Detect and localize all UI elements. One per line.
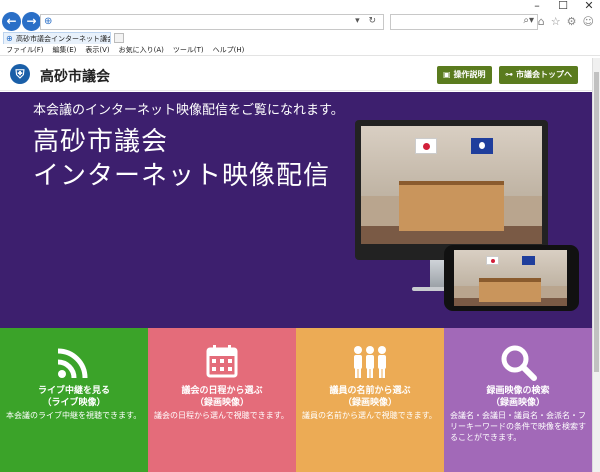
- back-arrow-icon[interactable]: ←: [2, 12, 21, 31]
- sitemap-icon: ⊶: [505, 70, 513, 79]
- browser-tab[interactable]: ⊕ 高砂市議会インターネット議会... ✕: [3, 32, 111, 44]
- tile-search-desc: 会議名・会議日・議員名・会派名・フリーキーワードの条件で映像を検索することができ…: [450, 411, 586, 442]
- browser-menubar: ファイル(F) 編集(E) 表示(V) お気に入り(A) ツール(T) ヘルプ(…: [0, 44, 600, 56]
- maximize-button[interactable]: ☐: [556, 0, 570, 12]
- wifi-signal-icon: [0, 342, 148, 382]
- hero-title: 高砂市議会 インターネット映像配信: [33, 125, 330, 193]
- scrollbar-thumb[interactable]: [594, 72, 599, 372]
- podium-desk: [399, 181, 504, 231]
- tile-members[interactable]: 議員の名前から選ぶ （録画映像） 議員の名前から選んで視聴できます。: [296, 328, 444, 472]
- people-icon: [296, 342, 444, 382]
- feedback-smiley-icon[interactable]: ☺: [583, 15, 594, 28]
- help-button-label: 操作説明: [453, 70, 486, 79]
- browser-search-box[interactable]: ⌕▾: [390, 14, 538, 30]
- magnifier-icon: [444, 342, 592, 382]
- browser-toolbar-icons: ⌂ ☆ ⚙ ☺: [538, 15, 594, 28]
- council-top-label: 市議会トップへ: [516, 70, 572, 79]
- tile-members-desc: 議員の名前から選んで視聴できます。: [302, 411, 437, 420]
- tile-live-title: ライブ中継を見る （ライブ映像）: [37, 386, 110, 408]
- help-button[interactable]: ▣ 操作説明: [437, 66, 492, 84]
- city-emblem-icon[interactable]: ⛨: [10, 64, 30, 84]
- favorites-star-icon[interactable]: ☆: [551, 15, 561, 28]
- hero-title-line1: 高砂市議会: [33, 127, 169, 157]
- tile-search[interactable]: 録画映像の検索 （録画映像） 会議名・会議日・議員名・会派名・フリーキーワードの…: [444, 328, 592, 472]
- menu-help[interactable]: ヘルプ(H): [213, 44, 245, 55]
- site-globe-icon: ⊕: [44, 16, 53, 27]
- site-header: ⛨ 高砂市議会 ▣ 操作説明 ⊶ 市議会トップへ: [0, 58, 592, 91]
- monitor-image: [355, 120, 548, 260]
- hero-subtitle: 本会議のインターネット映像配信をご覧になれます。: [33, 103, 344, 118]
- tile-schedule-title: 議会の日程から選ぶ （録画映像）: [181, 386, 263, 408]
- tab-close-icon[interactable]: ✕: [102, 33, 108, 44]
- address-bar[interactable]: ⊕ ▾ ↻: [40, 14, 384, 30]
- browser-tabbar: ⊕ 高砂市議会インターネット議会... ✕: [0, 32, 600, 44]
- calendar-icon: [148, 342, 296, 382]
- browser-navbar: ← → ⊕ ▾ ↻ ⌕▾ ⌂ ☆ ⚙ ☺: [0, 12, 600, 32]
- city-flag-icon: [471, 138, 493, 154]
- help-doc-icon: ▣: [443, 70, 451, 79]
- hero-banner: 本会議のインターネット映像配信をご覧になれます。 高砂市議会 インターネット映像…: [0, 92, 592, 328]
- menu-tools[interactable]: ツール(T): [173, 44, 204, 55]
- tab-favicon-icon: ⊕: [6, 34, 13, 43]
- search-icon[interactable]: ⌕▾: [523, 15, 534, 26]
- window-controls: – ☐ ✕: [530, 0, 596, 12]
- menu-file[interactable]: ファイル(F): [6, 44, 44, 55]
- menu-edit[interactable]: 編集(E): [53, 44, 77, 55]
- tab-title: 高砂市議会インターネット議会...: [16, 35, 111, 43]
- close-window-button[interactable]: ✕: [582, 0, 596, 12]
- tile-search-title: 録画映像の検索 （録画映像）: [486, 386, 550, 408]
- settings-gear-icon[interactable]: ⚙: [567, 15, 577, 28]
- menu-tiles: ライブ中継を見る （ライブ映像） 本会議のライブ中継を視聴できます。 議会の日程…: [0, 328, 592, 472]
- council-top-button[interactable]: ⊶ 市議会トップへ: [499, 66, 578, 84]
- tile-schedule[interactable]: 議会の日程から選ぶ （録画映像） 議会の日程から選んで視聴できます。: [148, 328, 296, 472]
- hero-title-line2: インターネット映像配信: [33, 161, 331, 191]
- tile-live-desc: 本会議のライブ中継を視聴できます。: [6, 411, 142, 420]
- home-icon[interactable]: ⌂: [538, 15, 545, 28]
- page-scrollbar[interactable]: [592, 58, 600, 472]
- forward-arrow-icon[interactable]: →: [22, 12, 41, 31]
- japan-flag-icon: [415, 138, 437, 154]
- tile-members-title: 議員の名前から選ぶ （録画映像）: [329, 386, 411, 408]
- smartphone-image: [444, 245, 579, 311]
- new-tab-button[interactable]: [114, 33, 124, 43]
- menu-favorites[interactable]: お気に入り(A): [119, 44, 164, 55]
- menu-view[interactable]: 表示(V): [85, 44, 109, 55]
- chamber-photo: [361, 126, 542, 244]
- window-titlebar: – ☐ ✕: [0, 0, 600, 12]
- minimize-button[interactable]: –: [530, 0, 544, 12]
- tile-schedule-desc: 議会の日程から選んで視聴できます。: [154, 411, 289, 420]
- site-title[interactable]: 高砂市議会: [40, 66, 110, 86]
- chamber-photo-small: [454, 250, 567, 306]
- address-tools[interactable]: ▾ ↻: [355, 16, 379, 26]
- tile-live[interactable]: ライブ中継を見る （ライブ映像） 本会議のライブ中継を視聴できます。: [0, 328, 148, 472]
